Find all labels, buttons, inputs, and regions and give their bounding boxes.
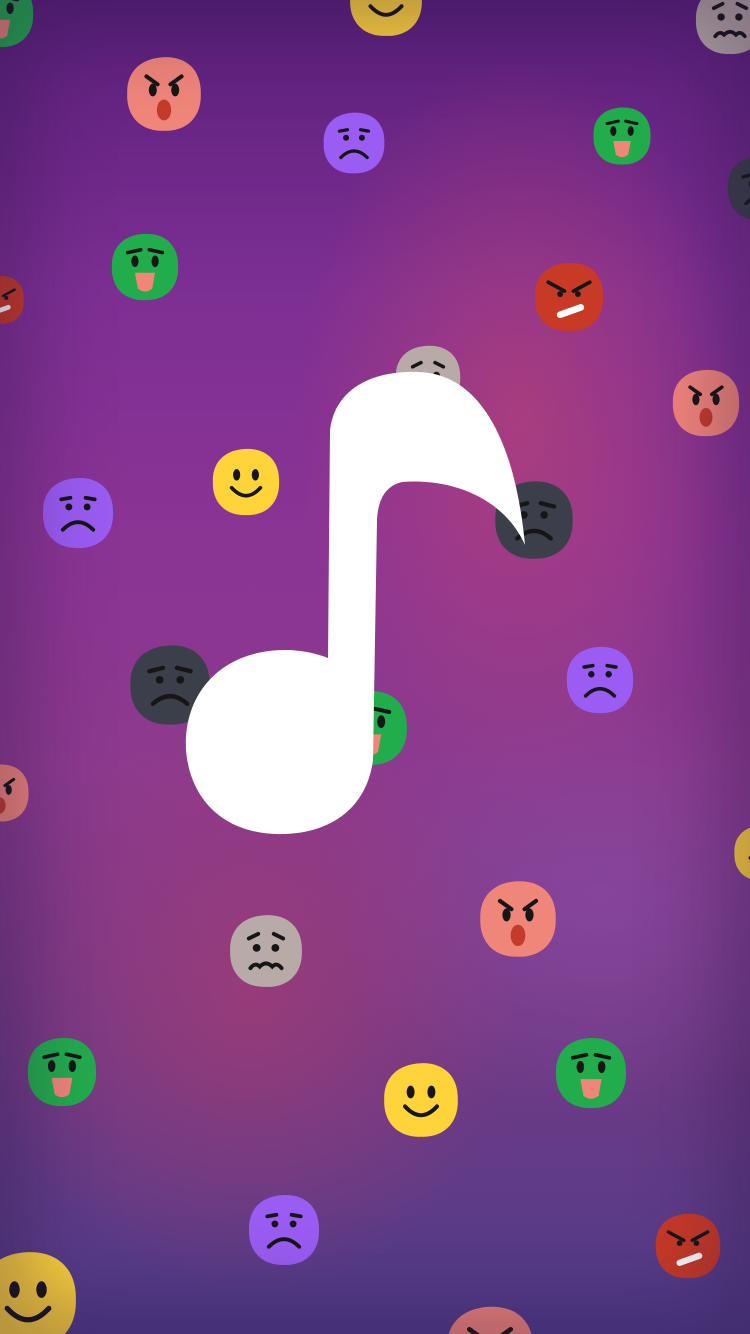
music-splash-screen [0,0,750,1334]
music-note-icon [185,371,525,835]
